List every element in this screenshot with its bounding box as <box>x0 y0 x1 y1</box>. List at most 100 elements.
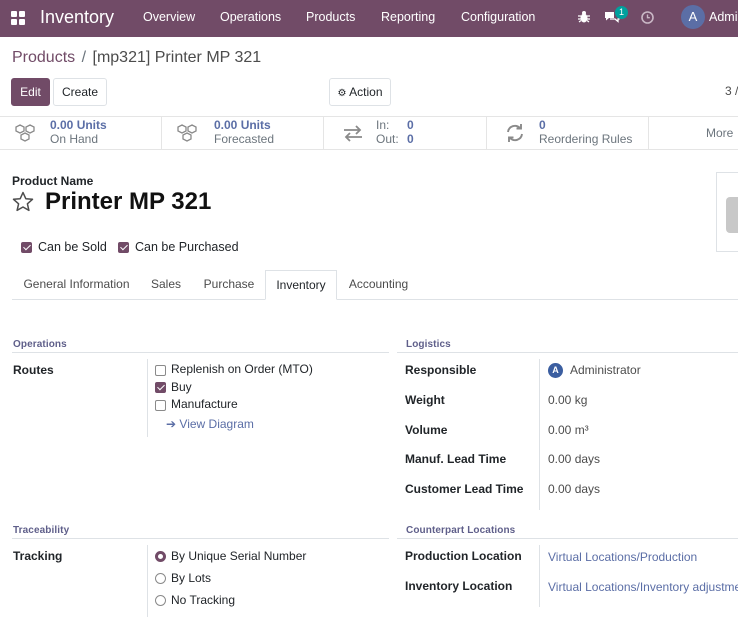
responsible-label: Responsible <box>405 363 477 377</box>
traceability-divider <box>12 538 389 539</box>
product-name-label: Product Name <box>12 174 94 188</box>
operations-title: Operations <box>13 339 67 350</box>
smart-buttons-bar: 0.00 Units On Hand 0.00 Units Forecasted… <box>0 116 738 150</box>
reordering-rules-button[interactable]: 0 Reordering Rules <box>487 117 649 150</box>
action-button[interactable]: ⚙ Action <box>329 78 391 106</box>
apps-menu-icon[interactable] <box>11 11 25 25</box>
traceability-title: Traceability <box>13 525 70 536</box>
arrow-right-icon: ➔ <box>166 417 177 431</box>
view-diagram-link[interactable]: ➔ View Diagram <box>166 417 254 431</box>
out-label: Out: <box>376 132 399 146</box>
on-hand-button[interactable]: 0.00 Units On Hand <box>0 117 162 150</box>
tab-inventory[interactable]: Inventory <box>265 270 337 300</box>
production-location-value[interactable]: Virtual Locations/Production <box>548 550 697 564</box>
can-be-sold-label[interactable]: Can be Sold <box>38 240 107 254</box>
inventory-location-label: Inventory Location <box>405 579 513 593</box>
inventory-location-value[interactable]: Virtual Locations/Inventory adjustmen <box>548 580 738 594</box>
tracking-none-label[interactable]: No Tracking <box>171 593 235 607</box>
reordering-label: Reordering Rules <box>539 132 633 146</box>
can-be-purchased-checkbox[interactable] <box>118 242 129 253</box>
counterpart-column-divider <box>539 545 540 607</box>
logistics-column-divider <box>539 359 540 510</box>
exchange-icon <box>344 125 362 142</box>
forecasted-value: 0.00 Units <box>214 118 271 132</box>
customer-lead-time-value[interactable]: 0.00 days <box>548 482 600 496</box>
star-icon[interactable] <box>11 190 35 214</box>
tracking-none-radio[interactable] <box>155 595 166 606</box>
weight-label: Weight <box>405 393 445 407</box>
route-mto-checkbox[interactable] <box>155 365 166 376</box>
tracking-divider <box>147 545 148 617</box>
volume-value[interactable]: 0.00 m³ <box>548 423 589 437</box>
gear-icon: ⚙ <box>337 88 347 99</box>
breadcrumb-separator: / <box>81 49 87 66</box>
in-value: 0 <box>407 118 414 132</box>
in-label: In: <box>376 118 390 132</box>
route-manufacture-label[interactable]: Manufacture <box>171 397 238 411</box>
operations-divider <box>12 352 389 353</box>
cubes-icon <box>177 124 197 142</box>
edit-button[interactable]: Edit <box>11 78 50 106</box>
product-title: Printer MP 321 <box>45 188 212 215</box>
route-mto-label[interactable]: Replenish on Order (MTO) <box>171 362 313 376</box>
breadcrumb-current: [mp321] Printer MP 321 <box>92 49 262 66</box>
user-name[interactable]: Admi <box>709 10 737 24</box>
customer-lead-time-label: Customer Lead Time <box>405 482 524 496</box>
volume-label: Volume <box>405 423 448 437</box>
tracking-label: Tracking <box>13 549 63 563</box>
menu-operations[interactable]: Operations <box>220 10 281 24</box>
tab-purchase[interactable]: Purchase <box>192 270 266 300</box>
route-buy-label[interactable]: Buy <box>171 380 192 394</box>
in-out-button[interactable]: In: 0 Out: 0 <box>324 117 487 150</box>
image-placeholder <box>726 197 738 233</box>
messages-badge: 1 <box>615 6 628 19</box>
responsible-avatar: A <box>548 363 563 378</box>
menu-configuration[interactable]: Configuration <box>461 10 535 24</box>
menu-overview[interactable]: Overview <box>143 10 195 24</box>
view-diagram-label: View Diagram <box>179 417 254 431</box>
logistics-title: Logistics <box>406 339 451 350</box>
out-value: 0 <box>407 132 414 146</box>
app-name[interactable]: Inventory <box>40 6 114 28</box>
forecasted-label: Forecasted <box>214 132 275 146</box>
counterpart-divider <box>397 538 738 539</box>
route-manufacture-checkbox[interactable] <box>155 400 166 411</box>
cubes-icon <box>15 124 35 142</box>
more-button[interactable]: More <box>706 126 733 140</box>
user-avatar[interactable]: A <box>681 5 705 29</box>
tracking-lots-label[interactable]: By Lots <box>171 571 211 585</box>
forecasted-button[interactable]: 0.00 Units Forecasted <box>162 117 324 150</box>
menu-reporting[interactable]: Reporting <box>381 10 435 24</box>
weight-value[interactable]: 0.00 kg <box>548 393 587 407</box>
production-location-label: Production Location <box>405 549 522 563</box>
clock-icon[interactable] <box>641 11 654 24</box>
responsible-value[interactable]: Administrator <box>570 363 641 377</box>
tracking-serial-label[interactable]: By Unique Serial Number <box>171 549 306 563</box>
refresh-icon <box>507 124 523 142</box>
on-hand-value: 0.00 Units <box>50 118 107 132</box>
tab-sales[interactable]: Sales <box>140 270 192 300</box>
can-be-sold-checkbox[interactable] <box>21 242 32 253</box>
product-image[interactable] <box>716 172 738 252</box>
counterpart-title: Counterpart Locations <box>406 525 516 536</box>
can-be-purchased-label[interactable]: Can be Purchased <box>135 240 239 254</box>
action-label: Action <box>349 85 383 99</box>
manuf-lead-time-label: Manuf. Lead Time <box>405 452 507 466</box>
bug-icon[interactable] <box>577 10 591 24</box>
on-hand-label: On Hand <box>50 132 99 146</box>
menu-products[interactable]: Products <box>306 10 355 24</box>
pager: 3 / <box>725 84 738 98</box>
tab-accounting[interactable]: Accounting <box>337 270 420 300</box>
tracking-serial-radio[interactable] <box>155 551 166 562</box>
routes-label: Routes <box>13 363 54 377</box>
tracking-lots-radio[interactable] <box>155 573 166 584</box>
create-button[interactable]: Create <box>53 78 107 106</box>
logistics-divider <box>397 352 738 353</box>
breadcrumb-products-link[interactable]: Products <box>12 49 75 66</box>
manuf-lead-time-value[interactable]: 0.00 days <box>548 452 600 466</box>
top-navbar: Inventory Overview Operations Products R… <box>0 0 738 37</box>
tab-general-information[interactable]: General Information <box>13 270 140 300</box>
breadcrumb: Products / [mp321] Printer MP 321 <box>12 49 261 67</box>
routes-divider <box>147 359 148 437</box>
route-buy-checkbox[interactable] <box>155 382 166 393</box>
